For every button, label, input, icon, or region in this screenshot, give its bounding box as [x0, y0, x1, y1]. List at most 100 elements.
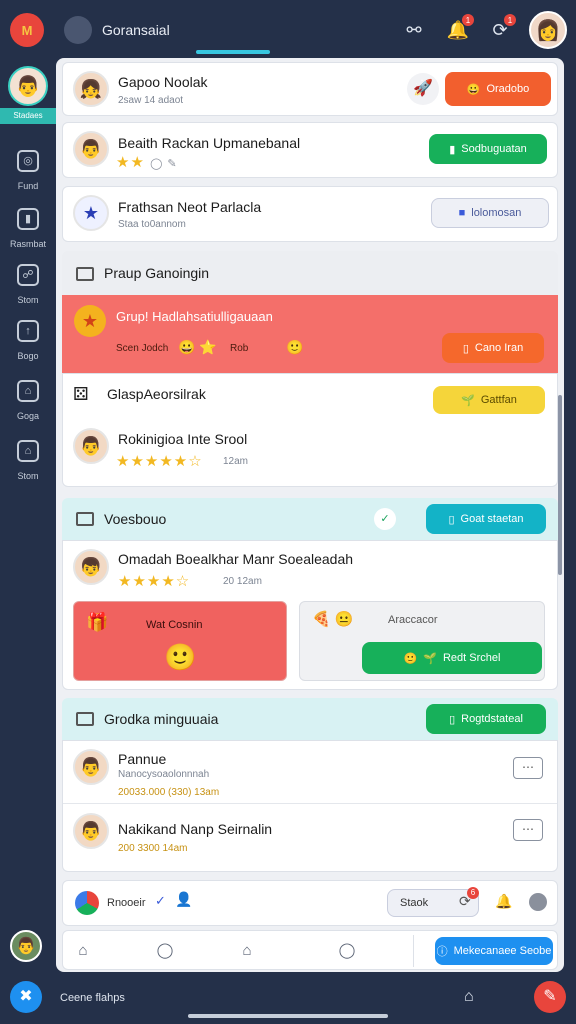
sidebar-item-label: Stom	[17, 295, 39, 305]
oradobo-button[interactable]: 😀 Oradobo	[445, 72, 551, 106]
bell-icon[interactable]: 🔔	[495, 893, 512, 910]
upload-icon: ↑	[17, 320, 39, 342]
rocket-icon[interactable]: 🚀	[407, 73, 439, 105]
button-label: Gattfan	[480, 394, 517, 406]
share-bar: Rnooeir ✓ 👤 Staok ⟳ 6 🔔	[62, 880, 558, 926]
goat-staetan-button[interactable]: ▯ Goat staetan	[426, 504, 546, 534]
banner-meta: Rob	[230, 343, 249, 354]
house-icon[interactable]: ⌂	[237, 941, 257, 961]
feed-card[interactable]: 👧 Gapoo Noolak 2saw 14 adaot 🚀 😀 Oradobo	[62, 62, 558, 116]
sidebar: 👨 Stadaes ◎ Fund ▮ Rasmbat ☍ Stom ↑ Bogo…	[0, 58, 56, 968]
lolomosan-button[interactable]: ■ lolomosan	[431, 198, 549, 228]
voucher-section-body: 👦 Omadah Boealkhar Manr Soealeadah ★★★★☆…	[62, 540, 558, 690]
button-label: Staok	[400, 897, 429, 909]
doc-icon: ▯	[449, 713, 456, 726]
feed-card[interactable]: ★ Frathsan Neot Parlacla Staa to0annom ■…	[62, 186, 558, 242]
check-icon: ✓	[155, 893, 166, 908]
more-options-button[interactable]: ⋯	[513, 819, 543, 841]
top-bar: M Goransaial ⚯ 🔔 1 ⟳ 1 👩	[0, 0, 576, 58]
emoji-icon: 😀 ⭐	[178, 339, 217, 355]
tools-icon[interactable]: ✖	[10, 981, 42, 1013]
plant-icon: 🌱	[423, 652, 437, 665]
scrollbar[interactable]	[558, 395, 562, 575]
promo-card-right[interactable]: 🍕 😐 Araccacor 🙂 🌱 Redt Srchel	[299, 601, 545, 681]
button-label: Goat staetan	[460, 513, 524, 525]
feed-panel: 👧 Gapoo Noolak 2saw 14 adaot 🚀 😀 Oradobo …	[56, 58, 564, 972]
app-logo[interactable]: M	[10, 13, 44, 47]
profile-label: Stadaes	[0, 108, 56, 124]
redt-srchel-button[interactable]: 🙂 🌱 Redt Srchel	[362, 642, 542, 674]
alarm-icon[interactable]: ◯	[337, 941, 357, 961]
dice-icon: ⚄	[73, 384, 89, 404]
cano-iran-button[interactable]: ▯ Cano Iran	[442, 333, 544, 363]
person-icon[interactable]: ◯	[155, 941, 175, 961]
section-title: Grodka minguuaia	[104, 711, 219, 727]
more-options-button[interactable]: ⋯	[513, 757, 543, 779]
promo-card-left[interactable]: 🎁 Wat Cosnin 🙂	[73, 601, 287, 681]
box-icon	[76, 512, 94, 526]
row-meta: 20033.000 (330) 13am	[118, 787, 220, 798]
active-tab-indicator	[196, 50, 270, 54]
button-label: Oradobo	[486, 83, 530, 95]
avatar: 👦	[73, 549, 109, 585]
refresh-icon[interactable]: ⟳ 1	[486, 14, 516, 44]
edit-icon[interactable]: ✎	[534, 981, 566, 1013]
footer-label: Ceene flahps	[60, 992, 125, 1004]
user-avatar[interactable]: 👩	[529, 11, 567, 49]
gift-icon: 🎁	[86, 612, 109, 632]
sidebar-item-goga[interactable]: ⌂ Goga	[0, 380, 56, 424]
promo-title: Wat Cosnin	[146, 619, 203, 631]
tag-icon: ■	[458, 207, 466, 219]
avatar: 👨	[73, 428, 109, 464]
user-search-icon[interactable]: ⚯	[400, 16, 428, 44]
sidebar-item-label: Fund	[17, 181, 39, 191]
plant-icon: 🌱	[461, 394, 475, 407]
video-icon: ▮	[17, 208, 39, 230]
sidebar-item-rasmbat[interactable]: ▮ Rasmbat	[0, 208, 56, 252]
card-name: Beaith Rackan Upmanebanal	[118, 135, 301, 151]
avatar-icon: 👤	[175, 891, 193, 907]
button-label: Cano Iran	[474, 342, 524, 354]
row-name: Rokinigioa Inte Srool	[118, 431, 248, 447]
button-label: Sodbuguatan	[461, 143, 527, 155]
row-sub: Nanocysoaolonnnah	[118, 769, 210, 780]
box-icon	[76, 267, 94, 281]
gattfan-button[interactable]: 🌱 Gattfan	[433, 386, 545, 414]
home-icon: ⌂	[17, 440, 39, 462]
row-name: Omadah Boealkhar Manr Soealeadah	[118, 551, 354, 567]
highlight-banner[interactable]: ★ Grup! Hadlahsatiulligauaan Scen Jodch …	[62, 295, 558, 373]
rogtdstateal-button[interactable]: ▯ Rogtdstateal	[426, 704, 546, 734]
target-icon: ◎	[17, 150, 39, 172]
sidebar-bottom-avatar[interactable]: 👨	[10, 930, 42, 962]
sodbuguatan-button[interactable]: ▮ Sodbuguatan	[429, 134, 547, 164]
app-title-group: Goransaial	[64, 16, 170, 44]
row-name: Pannue	[118, 751, 167, 767]
promo-label: Araccacor	[388, 614, 438, 626]
doc-icon: ▯	[448, 513, 455, 526]
card-meta: Staa to0annom	[118, 219, 186, 230]
avatar: 👨	[73, 813, 109, 849]
sidebar-item-bogo[interactable]: ↑ Bogo	[0, 320, 56, 364]
shield-icon: ☍	[17, 264, 39, 286]
sidebar-item-fund[interactable]: ◎ Fund	[0, 150, 56, 194]
button-label: Rogtdstateal	[461, 713, 523, 725]
profile-avatar[interactable]: 👨	[8, 66, 48, 106]
brand-icon	[75, 891, 99, 915]
notification-badge: 6	[467, 887, 479, 899]
feed-card[interactable]: 👨 Beaith Rackan Upmanebanal ★★ ◯ ✎ ▮ Sodb…	[62, 122, 558, 178]
home-icon[interactable]: ⌂	[73, 941, 93, 961]
avatar: 👧	[73, 71, 109, 107]
sidebar-item-stom[interactable]: ☍ Stom	[0, 264, 56, 308]
bottom-tab-bar: ⌂ ◯ ⌂ ◯ ⓘ Mekecanaee Seobe	[62, 930, 558, 970]
info-icon[interactable]: ✓	[374, 508, 396, 530]
cta-button[interactable]: ⓘ Mekecanaee Seobe	[435, 937, 553, 965]
button-label: lolomosan	[471, 207, 522, 219]
banner-meta: Scen Jodch	[116, 343, 169, 354]
row-divider	[63, 803, 557, 804]
lock-icon[interactable]: ⌂	[464, 988, 474, 1006]
settings-icon[interactable]	[529, 893, 547, 911]
smiley-icon: 🙂	[403, 652, 418, 665]
sidebar-item-stom-2[interactable]: ⌂ Stom	[0, 440, 56, 484]
box-icon	[76, 712, 94, 726]
bell-icon[interactable]: 🔔 1	[444, 14, 474, 44]
